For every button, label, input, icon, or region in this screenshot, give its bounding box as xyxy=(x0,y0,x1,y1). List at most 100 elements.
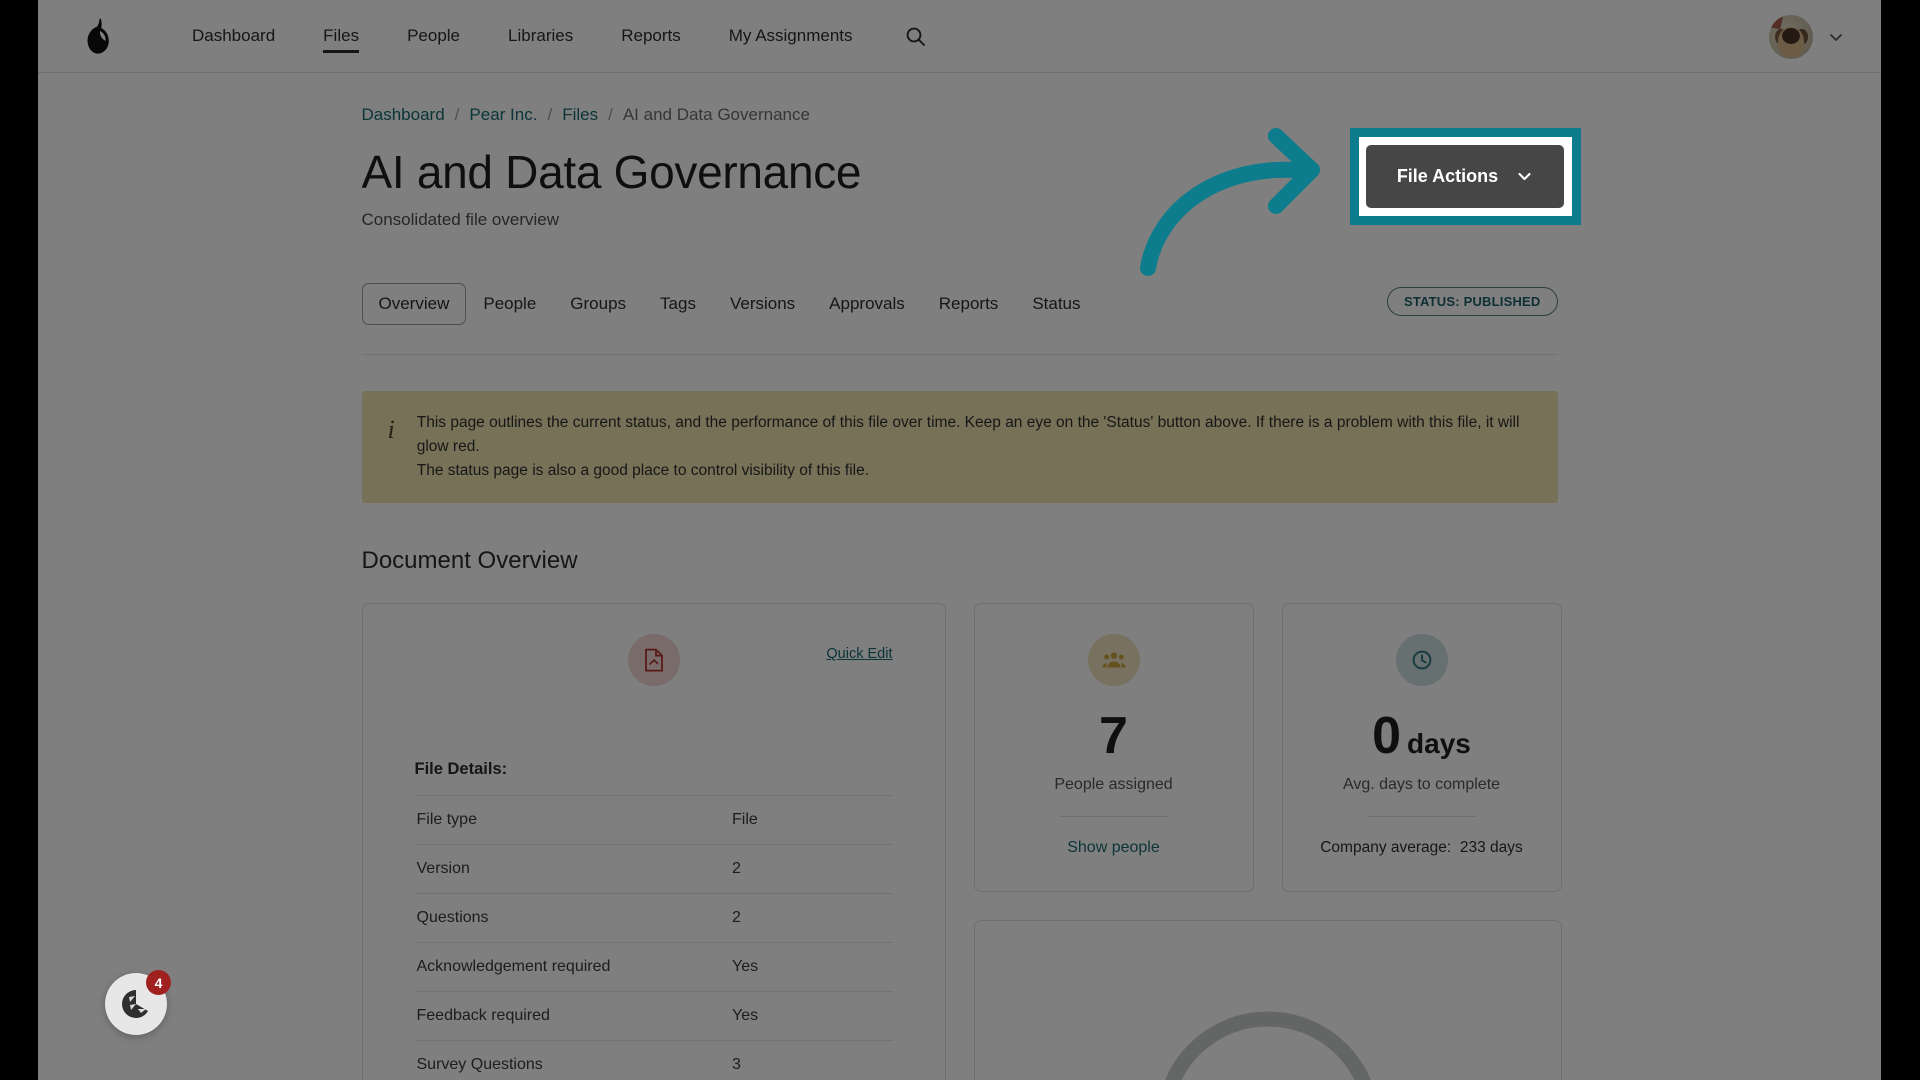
table-row: Feedback required Yes xyxy=(414,991,893,1041)
avg-days-label: Avg. days to complete xyxy=(1342,776,1501,794)
avg-days-number: 0 xyxy=(1372,707,1402,766)
nav-label: Libraries xyxy=(508,26,574,45)
tab-overview[interactable]: Overview xyxy=(361,283,467,325)
tab-label: Tags xyxy=(660,294,696,313)
section-title: Document Overview xyxy=(361,547,578,575)
status-badge[interactable]: STATUS: PUBLISHED xyxy=(1386,287,1558,316)
page-body: Dashboard / Pear Inc. / Files / AI and D… xyxy=(38,73,1881,1080)
main-nav: Dashboard Files People Libraries Reports… xyxy=(168,0,933,73)
row-value: File xyxy=(731,811,758,829)
screen-letterbox: Dashboard Files People Libraries Reports… xyxy=(0,0,1920,1080)
nav-label: My Assignments xyxy=(728,26,853,45)
info-banner-line2: The status page is also a good place to … xyxy=(416,462,870,480)
file-details-heading: File Details: xyxy=(414,760,508,779)
tab-label: Approvals xyxy=(829,294,905,313)
nav-item-people[interactable]: People xyxy=(383,0,484,73)
people-assigned-value: 7 xyxy=(1099,707,1128,766)
avg-days-value: 0 days xyxy=(1305,710,1539,762)
row-value: 3 xyxy=(731,1056,741,1074)
avg-days-unit: days xyxy=(1407,728,1471,760)
tab-label: Groups xyxy=(570,294,627,313)
tab-bar: Overview People Groups Tags Versions App… xyxy=(361,282,1558,326)
divider xyxy=(1059,816,1168,818)
nav-label: Files xyxy=(323,26,360,45)
tab-label: Versions xyxy=(729,294,796,313)
pear-logo-icon[interactable] xyxy=(60,17,136,55)
tab-people[interactable]: People xyxy=(466,283,553,325)
quick-edit-link[interactable]: Quick Edit xyxy=(826,646,892,662)
top-header: Dashboard Files People Libraries Reports… xyxy=(38,0,1881,73)
row-label: Version xyxy=(416,860,470,878)
row-value: Yes xyxy=(731,1007,759,1025)
tab-versions[interactable]: Versions xyxy=(713,283,812,325)
row-value: 2 xyxy=(731,860,741,878)
file-details-table: File type File Version 2 Questions 2 Ack… xyxy=(414,795,893,1080)
header-account-area xyxy=(1769,0,1845,73)
tab-groups[interactable]: Groups xyxy=(553,283,643,325)
people-assigned-card: 7 People assigned Show people xyxy=(973,603,1254,893)
people-assigned-label: People assigned xyxy=(1054,776,1173,794)
tab-tags[interactable]: Tags xyxy=(643,283,713,325)
help-badge-count: 4 xyxy=(146,970,171,995)
help-chat-widget[interactable]: 4 xyxy=(105,970,171,1035)
tab-label: Status xyxy=(1032,294,1081,313)
file-actions-button[interactable]: File Actions xyxy=(1366,145,1564,208)
info-banner-line1: This page outlines the current status, a… xyxy=(416,414,1520,456)
table-row: Questions 2 xyxy=(414,893,893,943)
overview-cards-grid: Quick Edit File Details: File type File … xyxy=(361,603,1562,1080)
breadcrumb-separator: / xyxy=(454,105,460,124)
row-label: Feedback required xyxy=(416,1007,550,1025)
gauge-chart xyxy=(1118,973,1418,1080)
pdf-file-icon xyxy=(627,634,680,687)
file-details-card: Quick Edit File Details: File type File … xyxy=(361,603,946,1080)
tab-approvals[interactable]: Approvals xyxy=(812,283,922,325)
table-row: Acknowledgement required Yes xyxy=(414,942,893,992)
row-label: Acknowledgement required xyxy=(416,958,611,976)
tab-status[interactable]: Status xyxy=(1015,283,1097,325)
breadcrumb: Dashboard / Pear Inc. / Files / AI and D… xyxy=(362,103,1558,127)
row-label: Questions xyxy=(416,909,489,927)
company-average-row: Company average: 233 days xyxy=(1305,839,1539,857)
chevron-down-icon[interactable] xyxy=(1827,28,1845,46)
breadcrumb-item-dashboard[interactable]: Dashboard xyxy=(362,105,445,125)
row-label: Survey Questions xyxy=(416,1056,543,1074)
info-icon: i xyxy=(387,415,395,444)
nav-item-dashboard[interactable]: Dashboard xyxy=(168,0,299,73)
nav-label: Reports xyxy=(621,26,681,45)
completion-gauge-card xyxy=(973,920,1562,1080)
table-row: Version 2 xyxy=(414,844,893,894)
table-row: File type File xyxy=(414,795,893,845)
row-value: Yes xyxy=(731,958,759,976)
row-label: File type xyxy=(416,811,477,829)
table-row: Survey Questions 3 xyxy=(414,1040,893,1080)
nav-item-files[interactable]: Files xyxy=(299,0,383,73)
breadcrumb-separator: / xyxy=(547,105,553,124)
browser-viewport: Dashboard Files People Libraries Reports… xyxy=(38,0,1881,1080)
search-icon[interactable] xyxy=(899,19,933,53)
divider xyxy=(1367,816,1476,818)
clock-icon xyxy=(1395,634,1448,687)
company-average-value: 233 days xyxy=(1459,839,1523,857)
avatar[interactable] xyxy=(1769,14,1813,59)
tab-label: Reports xyxy=(938,294,999,313)
chevron-down-icon xyxy=(1518,172,1531,181)
breadcrumb-separator: / xyxy=(608,105,613,124)
divider xyxy=(361,354,1558,355)
breadcrumb-item-pear-inc[interactable]: Pear Inc. xyxy=(469,105,537,125)
nav-item-libraries[interactable]: Libraries xyxy=(484,0,597,73)
tab-label: Overview xyxy=(378,294,450,313)
breadcrumb-item-files[interactable]: Files xyxy=(562,105,598,125)
info-banner-text: This page outlines the current status, a… xyxy=(417,411,1532,483)
people-group-icon xyxy=(1087,634,1140,687)
nav-item-my-assignments[interactable]: My Assignments xyxy=(705,0,877,73)
file-actions-label: File Actions xyxy=(1396,166,1499,186)
nav-label: People xyxy=(407,26,461,45)
show-people-link[interactable]: Show people xyxy=(997,839,1231,857)
avg-days-card: 0 days Avg. days to complete Company aver… xyxy=(1281,603,1562,893)
tab-reports[interactable]: Reports xyxy=(922,283,1016,325)
nav-item-reports[interactable]: Reports xyxy=(597,0,705,73)
info-banner: i This page outlines the current status,… xyxy=(361,391,1558,504)
row-value: 2 xyxy=(731,909,741,927)
company-average-label: Company average: xyxy=(1320,839,1452,857)
breadcrumb-current: AI and Data Governance xyxy=(622,105,810,124)
